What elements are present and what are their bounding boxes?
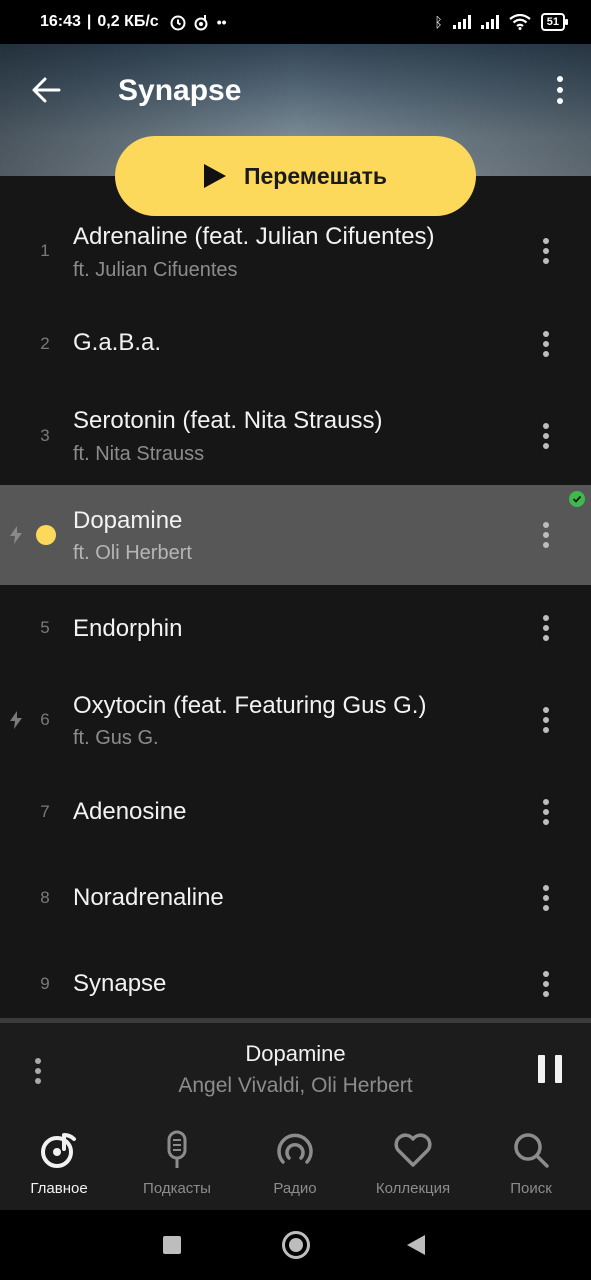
- back-triangle-icon[interactable]: [407, 1235, 425, 1255]
- nav-podcasts[interactable]: Подкасты: [122, 1130, 232, 1202]
- nav-search[interactable]: Поиск: [476, 1130, 586, 1202]
- track-title: Serotonin (feat. Nita Strauss): [73, 407, 383, 434]
- track-menu-button[interactable]: [538, 794, 554, 830]
- radio-icon: [275, 1130, 315, 1170]
- track-title: Oxytocin (feat. Featuring Gus G.): [73, 692, 427, 719]
- track-title: G.a.B.a.: [73, 329, 162, 356]
- track-menu-button[interactable]: [538, 880, 554, 916]
- track-artist: ft. Julian Cifuentes: [73, 259, 238, 281]
- lightning-icon: [10, 526, 22, 544]
- track-row[interactable]: 6 Oxytocin (feat. Featuring Gus G.) ft. …: [0, 670, 591, 770]
- track-number: 7: [40, 802, 50, 821]
- downloaded-check-icon: [569, 491, 585, 507]
- track-number: 3: [40, 426, 50, 445]
- track-row[interactable]: 2 G.a.B.a.: [0, 294, 591, 394]
- nav-collection[interactable]: Коллекция: [358, 1130, 468, 1202]
- heart-icon: [393, 1130, 433, 1170]
- recents-icon[interactable]: [163, 1236, 181, 1254]
- track-number: 2: [40, 334, 50, 353]
- track-artist: ft. Nita Strauss: [73, 443, 205, 465]
- track-menu-button[interactable]: [538, 418, 554, 454]
- track-menu-button[interactable]: [538, 326, 554, 362]
- track-title: Synapse: [73, 970, 167, 997]
- battery-indicator: 51: [540, 13, 569, 31]
- wifi-icon: [509, 14, 531, 30]
- track-title: Noradrenaline: [73, 884, 224, 911]
- status-left: 16:43 | 0,2 КБ/с ••: [40, 13, 227, 31]
- track-number: 5: [40, 618, 50, 637]
- track-title: Dopamine: [73, 507, 183, 534]
- track-menu-button[interactable]: [538, 233, 554, 269]
- track-title: Endorphin: [73, 615, 183, 642]
- track-menu-button[interactable]: [538, 610, 554, 646]
- back-button[interactable]: [28, 72, 64, 108]
- microphone-icon: [157, 1130, 197, 1170]
- nav-label: Коллекция: [375, 1180, 451, 1197]
- track-list: 1 Adrenaline (feat. Julian Cifuentes) ft…: [0, 176, 591, 1018]
- status-bar: 16:43 | 0,2 КБ/с •• ᛒ 51: [0, 0, 591, 44]
- home-icon[interactable]: [282, 1231, 310, 1259]
- search-icon: [511, 1130, 551, 1170]
- nav-label: Радио: [273, 1180, 317, 1197]
- pause-icon[interactable]: [538, 1055, 562, 1083]
- now-playing-title: Dopamine: [245, 1041, 346, 1066]
- track-menu-button[interactable]: [538, 517, 554, 553]
- now-playing-indicator: [36, 525, 56, 545]
- track-menu-button[interactable]: [538, 966, 554, 1002]
- now-playing-artist: Angel Vivaldi, Oli Herbert: [178, 1074, 413, 1097]
- track-menu-button[interactable]: [538, 702, 554, 738]
- lightning-icon: [10, 711, 22, 729]
- track-row[interactable]: 3 Serotonin (feat. Nita Strauss) ft. Nit…: [0, 386, 591, 486]
- alarm-icon: [170, 15, 186, 31]
- music-home-icon: [39, 1130, 79, 1170]
- nav-label: Подкасты: [143, 1180, 211, 1197]
- status-right: ᛒ 51: [434, 13, 569, 31]
- mini-player[interactable]: Dopamine Angel Vivaldi, Oli Herbert: [0, 1023, 591, 1118]
- track-number: 9: [40, 974, 50, 993]
- nav-label: Поиск: [510, 1180, 552, 1197]
- signal-icon: [452, 15, 471, 29]
- nav-label: Главное: [30, 1180, 88, 1197]
- status-network-speed: 0,2 КБ/с: [97, 13, 159, 30]
- shuffle-label: Перемешать: [243, 162, 388, 189]
- play-icon: [203, 164, 226, 188]
- page-title: Synapse: [118, 74, 242, 107]
- shuffle-button[interactable]: Перемешать: [115, 136, 476, 216]
- track-artist: ft. Oli Herbert: [73, 542, 192, 564]
- track-artist: ft. Gus G.: [73, 727, 159, 749]
- track-row[interactable]: 1 Adrenaline (feat. Julian Cifuentes) ft…: [0, 201, 591, 301]
- bluetooth-icon: ᛒ: [434, 14, 443, 30]
- more-dots-icon: ••: [216, 14, 227, 30]
- signal-icon: [480, 15, 499, 29]
- status-time: 16:43: [40, 13, 81, 30]
- track-row[interactable]: 8 Noradrenaline: [0, 848, 591, 948]
- nav-home[interactable]: Главное: [4, 1130, 114, 1202]
- nav-radio[interactable]: Радио: [240, 1130, 350, 1202]
- track-row[interactable]: 7 Adenosine: [0, 762, 591, 862]
- track-number: 1: [40, 241, 50, 260]
- more-vertical-icon[interactable]: [553, 72, 567, 108]
- track-row-playing[interactable]: Dopamine ft. Oli Herbert: [0, 485, 591, 585]
- track-title: Adenosine: [73, 798, 187, 825]
- arrow-left-icon: [32, 77, 61, 103]
- bottom-navigation: Главное Подкасты Радио Коллекция Поиск: [0, 1118, 591, 1210]
- track-number: 8: [40, 888, 50, 907]
- track-number: 6: [40, 710, 50, 729]
- music-note-icon: [194, 15, 208, 31]
- track-title: Adrenaline (feat. Julian Cifuentes): [73, 223, 435, 250]
- system-navigation-bar: [0, 1210, 591, 1280]
- track-row[interactable]: 5 Endorphin: [0, 578, 591, 678]
